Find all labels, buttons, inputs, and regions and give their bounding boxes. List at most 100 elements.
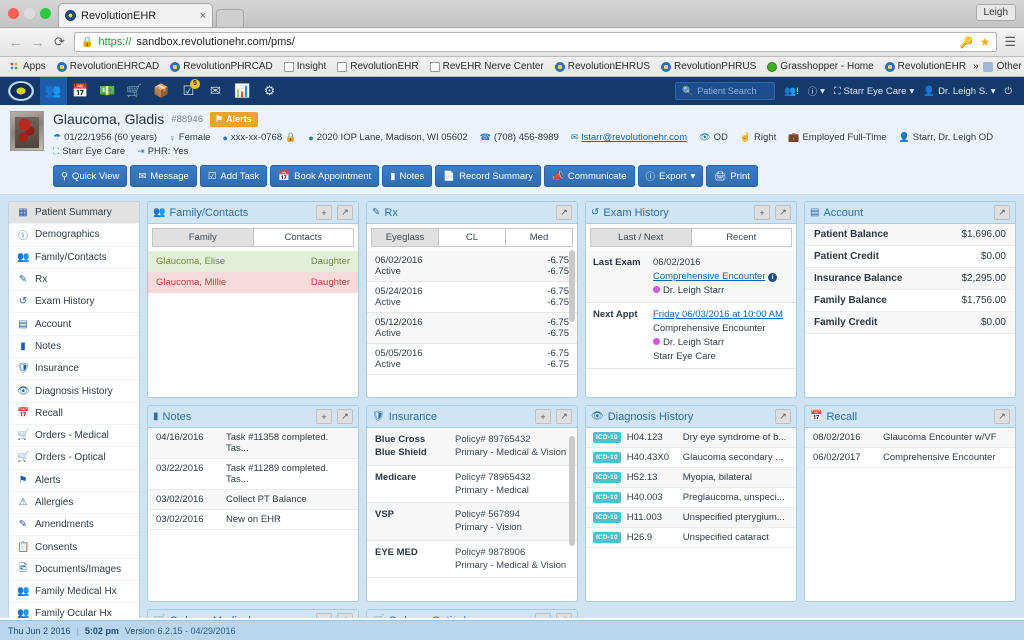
bookmark-revehr-nerve-center[interactable]: RevEHR Nerve Center — [426, 60, 548, 73]
expand-panel-icon[interactable]: ↗ — [556, 613, 572, 618]
expand-panel-icon[interactable]: ↗ — [556, 409, 572, 424]
table-row[interactable]: 05/12/2016 Active -6.75 -6.75 — [367, 313, 577, 344]
nav-billing-icon[interactable]: 💵 — [94, 77, 121, 105]
expand-panel-icon[interactable]: ↗ — [994, 205, 1010, 220]
table-row[interactable]: ICD-10 H52.13 Myopia, bilateral — [586, 468, 796, 488]
bookmark-revolutionehrcad[interactable]: RevolutionEHRCAD — [53, 60, 163, 73]
quick-view-button[interactable]: ⚲ Quick View — [53, 165, 127, 187]
table-row[interactable]: Blue Cross Blue Shield Policy# 89765432 … — [367, 428, 577, 466]
tab-med[interactable]: Med — [506, 228, 573, 247]
bookmarks-overflow-icon[interactable]: » — [973, 61, 979, 72]
expand-panel-icon[interactable]: ↗ — [556, 205, 572, 220]
message-button[interactable]: ✉ Message — [130, 165, 197, 187]
close-window-button[interactable] — [8, 8, 19, 19]
sidebar-item-demographics[interactable]: ⓘ Demographics — [9, 224, 139, 246]
patient-avatar[interactable] — [10, 111, 44, 151]
info-icon[interactable]: i — [768, 273, 777, 282]
next-appt-link[interactable]: Friday 06/03/2016 at 10:00 AM — [653, 309, 783, 320]
nav-messages-icon[interactable]: ✉ — [202, 77, 229, 105]
sidebar-item-documents-images[interactable]: 🖻 Documents/Images — [9, 559, 139, 581]
nav-orders-icon[interactable]: 🛒 — [121, 77, 148, 105]
add-insurance-button[interactable]: + — [535, 409, 551, 424]
maximize-window-button[interactable] — [40, 8, 51, 19]
sidebar-item-orders-optical[interactable]: 🛒 Orders - Optical — [9, 447, 139, 469]
window-traffic-lights[interactable] — [8, 8, 51, 19]
users-online-button[interactable]: 👥! — [784, 86, 798, 97]
bookmark-revolutionphrcad[interactable]: RevolutionPHRCAD — [166, 60, 276, 73]
tab-contacts[interactable]: Contacts — [254, 228, 355, 247]
table-row[interactable]: 06/02/2016 Active -6.75 -6.75 — [367, 251, 577, 282]
tab-family[interactable]: Family — [152, 228, 254, 247]
expand-panel-icon[interactable]: ↗ — [337, 409, 353, 424]
table-row[interactable]: 06/02/2017 Comprehensive Encounter — [805, 448, 1015, 468]
location-menu-button[interactable]: ⛶ Starr Eye Care ▾ — [834, 86, 914, 97]
back-icon[interactable]: ← — [8, 34, 23, 50]
notes-button[interactable]: ▮ Notes — [382, 165, 432, 187]
sidebar-item-family-contacts[interactable]: 👥 Family/Contacts — [9, 247, 139, 269]
table-row[interactable]: Medicare Policy# 78965432 Primary - Medi… — [367, 466, 577, 504]
forward-icon[interactable]: → — [30, 34, 45, 50]
communicate-button[interactable]: 📣 Communicate — [544, 165, 634, 187]
sidebar-item-family-medical-hx[interactable]: 👥 Family Medical Hx — [9, 581, 139, 603]
expand-panel-icon[interactable]: ↗ — [775, 205, 791, 220]
browser-tab[interactable]: RevolutionEHR × — [58, 3, 213, 27]
tab-eyeglass[interactable]: Eyeglass — [371, 228, 439, 247]
sidebar-item-recall[interactable]: 📅 Recall — [9, 403, 139, 425]
tab-cl[interactable]: CL — [439, 228, 506, 247]
nav-calendar-icon[interactable]: 📅 — [67, 77, 94, 105]
sidebar-item-insurance[interactable]: 🛡 Insurance — [9, 358, 139, 380]
fact-email[interactable]: ✉ lstarr@revolutionehr.com — [571, 132, 687, 143]
minimize-window-button[interactable] — [24, 8, 35, 19]
expand-panel-icon[interactable]: ↗ — [337, 613, 353, 618]
new-tab-button[interactable] — [216, 9, 244, 27]
sidebar-item-family-ocular-hx[interactable]: 👥 Family Ocular Hx — [9, 603, 139, 618]
add-order-optical-button[interactable]: + — [535, 613, 551, 618]
record-summary-button[interactable]: 📄 Record Summary — [435, 165, 541, 187]
bookmark-revolutionehr-2[interactable]: RevolutionEHR — [881, 60, 970, 73]
last-exam-encounter-link[interactable]: Comprehensive Encounter — [653, 271, 765, 282]
bookmark-revolutionphrus[interactable]: RevolutionPHRUS — [657, 60, 760, 73]
table-row[interactable]: 03/22/2016 Task #11289 completed. Tas... — [148, 459, 358, 490]
table-row[interactable]: 03/02/2016 Collect PT Balance — [148, 490, 358, 510]
sidebar-item-consents[interactable]: 📋 Consents — [9, 536, 139, 558]
tab-recent[interactable]: Recent — [692, 228, 793, 247]
insurance-scrollbar[interactable] — [569, 436, 575, 546]
add-order-medical-button[interactable]: + — [316, 613, 332, 618]
address-bar[interactable]: 🔒 https:// sandbox.revolutionehr.com/pms… — [74, 32, 997, 52]
bookmark-star-icon[interactable]: ★ — [980, 35, 991, 49]
nav-tasks-icon[interactable]: ☑ 5 — [175, 77, 202, 105]
add-task-button[interactable]: ☑ Add Task — [200, 165, 267, 187]
sidebar-item-allergies[interactable]: ⚠ Allergies — [9, 492, 139, 514]
close-tab-icon[interactable]: × — [200, 10, 206, 22]
table-row[interactable]: 08/02/2016 Glaucoma Encounter w/VF — [805, 428, 1015, 448]
logout-button[interactable]: ⏻ — [1004, 86, 1012, 97]
email-link[interactable]: lstarr@revolutionehr.com — [581, 132, 687, 143]
add-note-button[interactable]: + — [316, 409, 332, 424]
rx-scrollbar[interactable] — [569, 250, 575, 322]
patient-search-input[interactable]: 🔍 Patient Search — [675, 82, 775, 100]
browser-menu-icon[interactable]: ☰ — [1004, 34, 1016, 50]
bookmark-insight[interactable]: Insight — [280, 60, 330, 73]
table-row[interactable]: 03/02/2016 New on EHR — [148, 510, 358, 530]
tab-last-next[interactable]: Last / Next — [590, 228, 692, 247]
sidebar-item-alerts[interactable]: ⚑ Alerts — [9, 470, 139, 492]
table-row[interactable]: ICD-10 H40.43X0 Glaucoma secondary ... — [586, 448, 796, 468]
other-bookmarks-label[interactable]: Other Bookmarks — [997, 61, 1024, 72]
table-row[interactable]: ICD-10 H26.9 Unspecified cataract — [586, 528, 796, 548]
browser-profile-button[interactable]: Leigh — [976, 4, 1016, 21]
print-button[interactable]: 🖨 Print — [706, 165, 758, 187]
export-button[interactable]: ⓘ Export ▾ — [638, 165, 704, 187]
nav-patients-icon[interactable]: 👥 — [40, 77, 67, 105]
nav-inventory-icon[interactable]: 📦 — [148, 77, 175, 105]
table-row[interactable]: ICD-10 H04.123 Dry eye syndrome of b... — [586, 428, 796, 448]
list-item[interactable]: Glaucoma, Elise Daughter — [148, 251, 358, 272]
expand-panel-icon[interactable]: ↗ — [337, 205, 353, 220]
add-family-button[interactable]: + — [316, 205, 332, 220]
nav-reports-icon[interactable]: 📊 — [229, 77, 256, 105]
sidebar-item-amendments[interactable]: ✎ Amendments — [9, 514, 139, 536]
bookmark-revolutionehr[interactable]: RevolutionEHR — [333, 60, 422, 73]
book-appointment-button[interactable]: 📅 Book Appointment — [270, 165, 379, 187]
sidebar-item-notes[interactable]: ▮ Notes — [9, 336, 139, 358]
save-password-icon[interactable]: 🔑 — [960, 36, 974, 49]
table-row[interactable]: ICD-10 H11.003 Unspecified pterygium... — [586, 508, 796, 528]
